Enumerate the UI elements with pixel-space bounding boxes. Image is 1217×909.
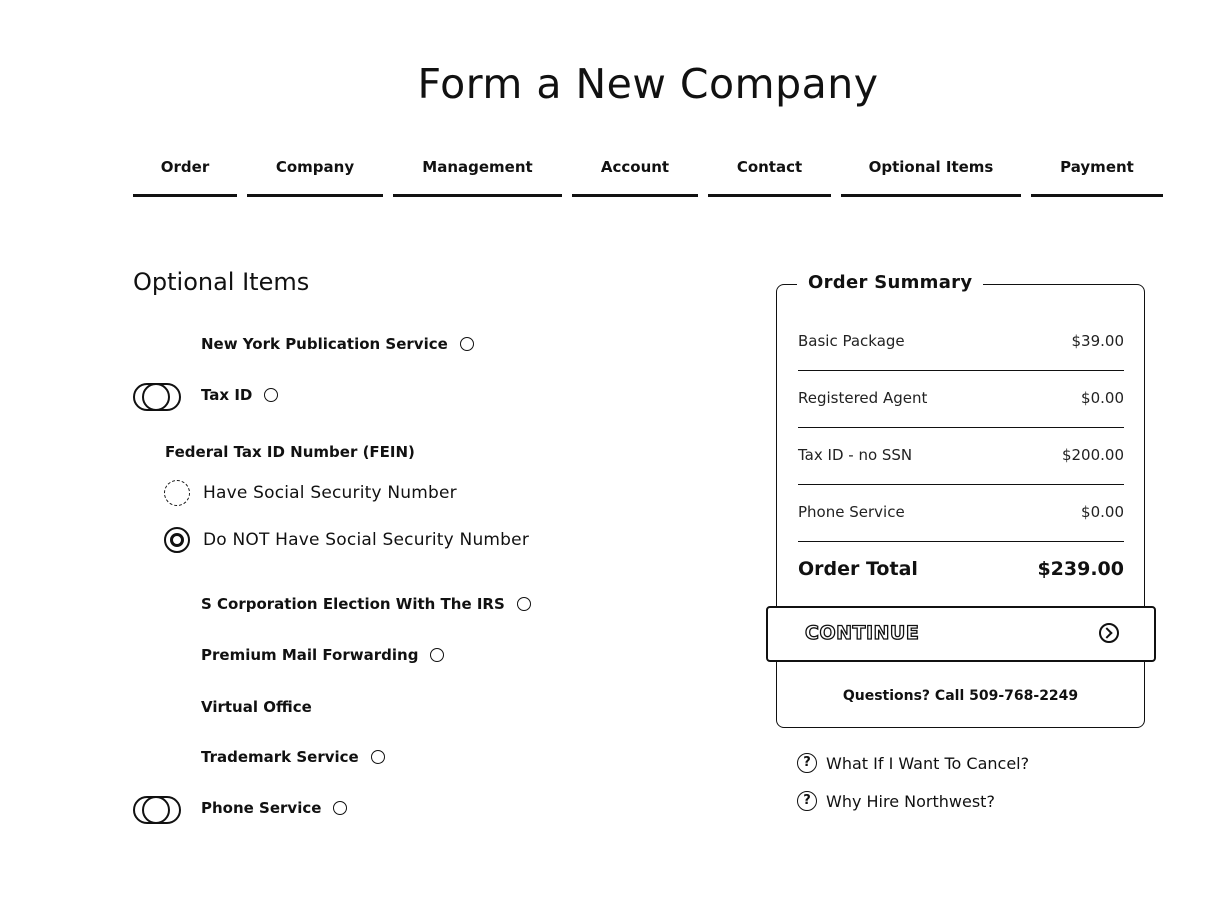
summary-line: Tax ID - no SSN $200.00	[798, 446, 1124, 464]
summary-line-amount: $0.00	[1081, 503, 1124, 521]
help-link-label: Why Hire Northwest?	[826, 791, 995, 811]
summary-line-label: Tax ID - no SSN	[798, 446, 913, 464]
option-row-trademark: Trademark Service	[201, 748, 385, 766]
option-label: Premium Mail Forwarding	[201, 646, 419, 664]
summary-line-label: Phone Service	[798, 503, 905, 521]
summary-divider	[798, 370, 1124, 371]
order-total-label: Order Total	[798, 558, 918, 580]
step-tab-payment[interactable]: Payment	[1031, 155, 1163, 197]
help-link-why-northwest[interactable]: ? Why Hire Northwest?	[797, 791, 995, 811]
summary-line-amount: $200.00	[1061, 446, 1124, 464]
question-icon: ?	[797, 753, 817, 773]
option-label: Phone Service	[201, 799, 322, 817]
info-icon[interactable]	[333, 801, 348, 815]
summary-line: Phone Service $0.00	[798, 503, 1124, 521]
toggle-tax-id[interactable]	[133, 382, 181, 411]
step-tab-company[interactable]: Company	[247, 155, 383, 197]
step-tab-management[interactable]: Management	[393, 155, 562, 197]
toggle-phone-service[interactable]	[133, 795, 181, 824]
phone-questions: Questions? Call 509-768-2249	[842, 688, 1079, 704]
step-tab-optional-items[interactable]: Optional Items	[841, 155, 1021, 197]
order-total-amount: $239.00	[1037, 558, 1124, 580]
option-row-s-corp: S Corporation Election With The IRS	[201, 595, 531, 613]
option-label: New York Publication Service	[201, 335, 448, 353]
fein-option-have-ssn[interactable]: Have Social Security Number	[164, 480, 457, 506]
radio-label: Have Social Security Number	[203, 483, 457, 503]
summary-divider	[798, 484, 1124, 485]
order-summary-title: Order Summary	[797, 272, 984, 293]
summary-line-amount: $39.00	[1071, 332, 1125, 350]
option-row-tax-id: Tax ID	[201, 386, 279, 404]
step-tab-account[interactable]: Account	[572, 155, 698, 197]
summary-divider	[798, 541, 1124, 542]
page-title: Form a New Company	[417, 60, 879, 108]
info-icon[interactable]	[264, 388, 279, 402]
option-label: Tax ID	[201, 386, 253, 404]
summary-line-label: Basic Package	[798, 332, 905, 350]
fein-label: Federal Tax ID Number (FEIN)	[165, 443, 415, 461]
option-row-ny-publication: New York Publication Service	[201, 335, 474, 353]
step-tab-order[interactable]: Order	[133, 155, 237, 197]
help-link-label: What If I Want To Cancel?	[826, 753, 1030, 773]
option-row-virtual-office: Virtual Office	[201, 698, 312, 716]
continue-label: CONTINUE	[804, 621, 920, 644]
option-row-mail-forwarding: Premium Mail Forwarding	[201, 646, 445, 664]
summary-line: Basic Package $39.00	[798, 332, 1124, 350]
help-link-cancel[interactable]: ? What If I Want To Cancel?	[797, 753, 1029, 773]
order-total: Order Total $239.00	[798, 558, 1124, 580]
radio-label: Do NOT Have Social Security Number	[203, 530, 530, 550]
chevron-right-icon	[1099, 623, 1119, 643]
option-row-phone-service: Phone Service	[201, 799, 348, 817]
fein-option-no-ssn[interactable]: Do NOT Have Social Security Number	[164, 527, 529, 553]
question-icon: ?	[797, 791, 817, 811]
section-title: Optional Items	[133, 268, 310, 296]
info-icon[interactable]	[459, 337, 474, 351]
summary-line-amount: $0.00	[1081, 389, 1124, 407]
radio-button[interactable]	[164, 527, 190, 553]
info-icon[interactable]	[516, 597, 531, 611]
option-label: S Corporation Election With The IRS	[201, 595, 505, 613]
option-label: Virtual Office	[201, 698, 312, 716]
info-icon[interactable]	[430, 648, 445, 662]
info-icon[interactable]	[370, 750, 385, 764]
option-label: Trademark Service	[201, 748, 359, 766]
step-tab-contact[interactable]: Contact	[708, 155, 831, 197]
radio-button[interactable]	[164, 480, 190, 506]
summary-line-label: Registered Agent	[798, 389, 928, 407]
summary-line: Registered Agent $0.00	[798, 389, 1124, 407]
summary-divider	[798, 427, 1124, 428]
continue-button[interactable]: CONTINUE	[766, 606, 1156, 662]
